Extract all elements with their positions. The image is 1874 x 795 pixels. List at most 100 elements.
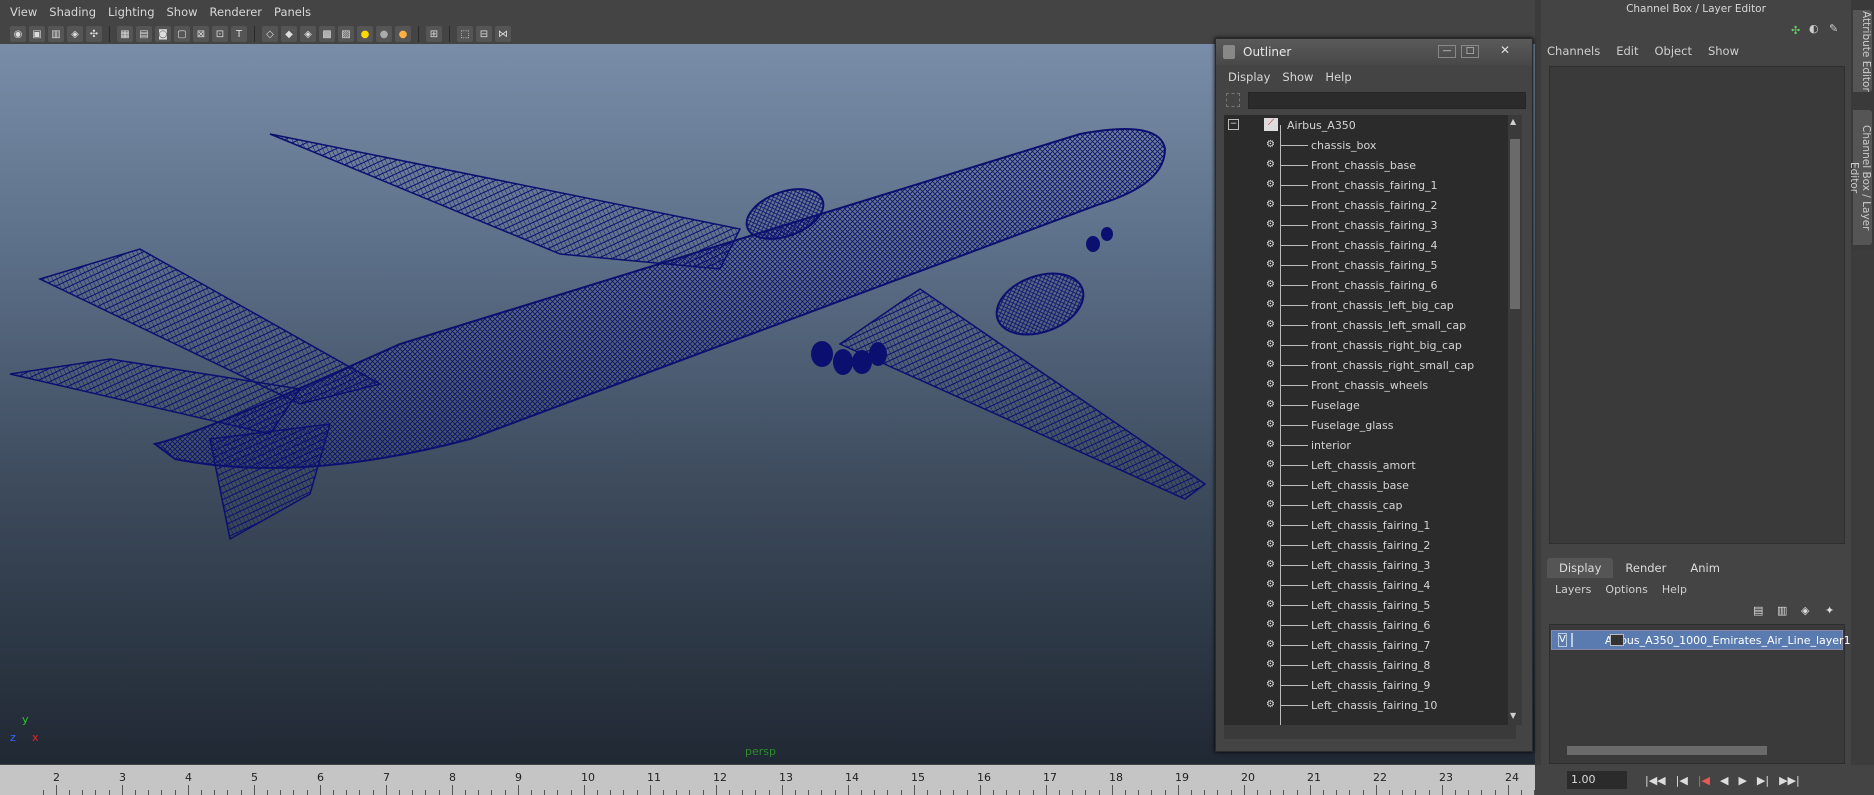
tree-item[interactable]: ⚙ Left_chassis_fairing_10 [1224,695,1514,715]
collapse-icon[interactable]: − [1228,119,1239,130]
layer-add-icon[interactable]: ✦ [1825,604,1834,617]
layer-visibility-toggle[interactable]: V [1558,633,1567,647]
menu-show[interactable]: Show [1708,44,1739,58]
xray-active-icon[interactable]: ⊟ [476,26,492,42]
menu-layers[interactable]: Layers [1555,583,1591,596]
pick-icon[interactable]: ✎ [1829,22,1838,35]
tree-item[interactable]: ⚙ interior [1224,435,1514,455]
tree-item[interactable]: ⚙ front_chassis_left_big_cap [1224,295,1514,315]
close-icon[interactable]: ✕ [1496,44,1514,58]
field-chart-icon[interactable]: ⊠ [193,26,209,42]
tree-item[interactable]: ⚙ Left_chassis_fairing_1 [1224,515,1514,535]
safe-action-icon[interactable]: ⊡ [212,26,228,42]
menu-channels[interactable]: Channels [1547,44,1600,58]
menu-edit[interactable]: Edit [1616,44,1638,58]
tab-attribute-editor[interactable]: Attribute Editor [1853,10,1872,92]
tree-item[interactable]: ⚙ Front_chassis_fairing_4 [1224,235,1514,255]
share-icon[interactable]: ⋈ [495,26,511,42]
tree-item[interactable]: ⚙ Fuselage [1224,395,1514,415]
tree-item[interactable]: ⚙ Left_chassis_fairing_6 [1224,615,1514,635]
step-forward-icon[interactable]: ▶| [1757,774,1769,787]
ambient-occlusion-icon[interactable]: ● [395,26,411,42]
tree-item[interactable]: ⚙ Front_chassis_base [1224,155,1514,175]
play-forward-icon[interactable]: ▶ [1738,774,1746,787]
menu-view[interactable]: View [4,5,43,19]
rotate-icon[interactable]: ◐ [1809,22,1819,35]
layer-color-icon[interactable] [1610,634,1624,646]
resolution-gate-icon[interactable]: ◙ [155,26,171,42]
menu-help[interactable]: Help [1662,583,1687,596]
play-backward-icon[interactable]: ◀ [1720,774,1728,787]
outliner-menu-show[interactable]: Show [1276,70,1319,84]
wireframe-on-shaded-icon[interactable]: ◈ [300,26,316,42]
tree-item[interactable]: ⚙ Left_chassis_base [1224,475,1514,495]
tree-item[interactable]: ⚙ Left_chassis_fairing_7 [1224,635,1514,655]
menu-lighting[interactable]: Lighting [102,5,160,19]
smooth-shade-icon[interactable]: ◆ [281,26,297,42]
new-layer-selected-icon[interactable]: ▥ [1777,604,1787,617]
menu-object[interactable]: Object [1655,44,1692,58]
tree-item[interactable]: ⚙ front_chassis_left_small_cap [1224,315,1514,335]
camera-attributes-icon[interactable]: ▣ [29,26,45,42]
tree-item[interactable]: ⚙ front_chassis_right_big_cap [1224,335,1514,355]
tree-item[interactable]: ⚙ Front_chassis_fairing_6 [1224,275,1514,295]
tree-item[interactable]: ⚙ Left_chassis_fairing_9 [1224,675,1514,695]
menu-show[interactable]: Show [161,5,204,19]
tree-item[interactable]: ⚙ Front_chassis_fairing_2 [1224,195,1514,215]
step-back-icon[interactable]: |◀ [1676,774,1688,787]
outliner-scroll-thumb[interactable] [1510,139,1520,309]
move-icon[interactable]: ✣ [1791,24,1800,37]
current-frame-field[interactable]: 1.00 [1567,771,1627,789]
tree-item[interactable]: ⚙ chassis_box [1224,135,1514,155]
layer-playback-toggle[interactable] [1570,633,1573,647]
xray-joints-icon[interactable]: ⬚ [457,26,473,42]
outliner-titlebar[interactable]: Outliner — □ ✕ [1216,39,1532,65]
go-to-end-icon[interactable]: ▶▶| [1779,774,1800,787]
outliner-filter-input[interactable] [1248,92,1526,109]
outliner-horizontal-scrollbar[interactable] [1224,725,1516,739]
tree-item[interactable]: ⚙ Front_chassis_wheels [1224,375,1514,395]
tree-item[interactable]: ⚙ Left_chassis_fairing_5 [1224,595,1514,615]
layer-hscroll[interactable] [1551,744,1843,757]
filter-options-icon[interactable] [1226,93,1240,107]
minimize-icon[interactable]: — [1438,45,1456,58]
tab-render[interactable]: Render [1613,558,1678,578]
outliner-menu-help[interactable]: Help [1319,70,1357,84]
scroll-down-icon[interactable]: ▼ [1510,711,1516,720]
tree-item[interactable]: ⚙ front_chassis_right_small_cap [1224,355,1514,375]
bookmarks-icon[interactable]: ▥ [48,26,64,42]
menu-options[interactable]: Options [1605,583,1647,596]
menu-shading[interactable]: Shading [43,5,102,19]
layer-row[interactable]: V Airbus_A350_1000_Emirates_Air_Line_lay… [1551,630,1851,650]
menu-panels[interactable]: Panels [268,5,317,19]
safe-title-icon[interactable]: T [231,26,247,42]
channel-box-area[interactable] [1549,66,1845,544]
outliner-tree[interactable]: − ⟋ Airbus_A350 ⚙ chassis_box ⚙ Front_chass… [1224,115,1516,725]
grid-icon[interactable]: ▦ [117,26,133,42]
tree-item[interactable]: ⚙ Left_chassis_fairing_3 [1224,555,1514,575]
xray-icon[interactable]: ▩ [319,26,335,42]
outliner-menu-display[interactable]: Display [1222,70,1276,84]
new-layer-icon[interactable]: ▤ [1753,604,1763,617]
menu-renderer[interactable]: Renderer [204,5,269,19]
layer-options-icon[interactable]: ◈ [1801,604,1809,617]
tree-item[interactable]: ⚙ Front_chassis_fairing_1 [1224,175,1514,195]
maximize-icon[interactable]: □ [1461,45,1479,58]
gate-mask-icon[interactable]: ▢ [174,26,190,42]
tab-anim[interactable]: Anim [1678,558,1732,578]
select-camera-icon[interactable]: ◉ [10,26,26,42]
tree-item[interactable]: ⚙ Left_chassis_fairing_2 [1224,535,1514,555]
wireframe-icon[interactable]: ◇ [262,26,278,42]
time-slider[interactable]: 2 3 4 5 6 7 8 9 10 11 12 13 14 15 16 17 18 19 20 21 22 23 24 [0,765,1548,795]
tree-item[interactable]: ⚙ Front_chassis_fairing_3 [1224,215,1514,235]
tree-item[interactable]: ⚙ Front_chassis_fairing_5 [1224,255,1514,275]
shadows-icon[interactable]: ● [376,26,392,42]
use-all-lights-icon[interactable]: ● [357,26,373,42]
tree-root-row[interactable]: − ⟋ Airbus_A350 [1224,115,1514,135]
tree-item[interactable]: ⚙ Left_chassis_cap [1224,495,1514,515]
image-plane-icon[interactable]: ◈ [67,26,83,42]
layer-name[interactable]: Airbus_A350_1000_Emirates_Air_Line_layer… [1605,634,1851,647]
textured-icon[interactable]: ▨ [338,26,354,42]
tree-item[interactable]: ⚙ Left_chassis_amort [1224,455,1514,475]
step-back-key-icon[interactable]: |◀ [1698,774,1710,787]
